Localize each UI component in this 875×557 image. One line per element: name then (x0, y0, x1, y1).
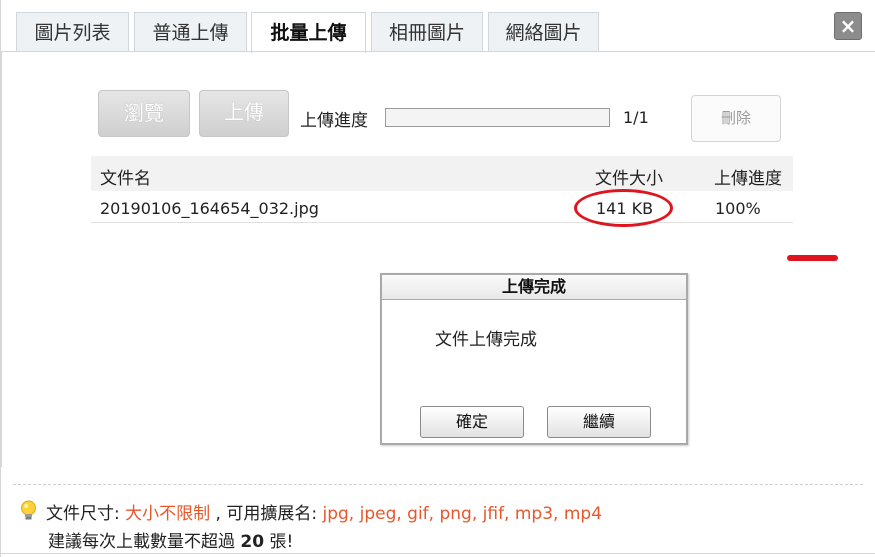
footer-divider (13, 484, 863, 485)
dialog-title: 上傳完成 (382, 275, 686, 300)
bottom-border (1, 553, 875, 554)
allowed-extensions: jpg, jpeg, gif, png, jfif, mp3, mp4 (322, 504, 603, 524)
column-header-progress: 上傳進度 (714, 169, 782, 189)
file-progress-cell: 100% (715, 199, 761, 218)
tips-line-2: 建議每次上載數量不超過 20 張! (19, 529, 602, 555)
red-dash-annotation (787, 255, 838, 261)
column-header-filename: 文件名 (100, 169, 151, 189)
file-size-limit: 大小不限制 (125, 504, 211, 524)
file-table-header (91, 156, 793, 191)
upload-button[interactable]: 上傳 (199, 90, 289, 137)
progress-bar-fill (386, 109, 609, 126)
red-circle-annotation (574, 189, 673, 227)
batch-upload-panel: 圖片列表 普通上傳 批量上傳 相冊圖片 網絡圖片 × 瀏覽 上傳 上傳進度 1/… (0, 0, 875, 557)
tab-bar-divider (1, 51, 875, 52)
upload-limit-suffix: 張! (264, 532, 294, 552)
lightbulb-icon (19, 500, 38, 529)
table-row-divider (91, 222, 793, 223)
progress-count: 1/1 (623, 108, 649, 127)
upload-tips: 文件尺寸: 大小不限制 , 可用擴展名: jpg, jpeg, gif, png… (19, 500, 602, 555)
upload-limit-prefix: 建議每次上載數量不超過 (48, 532, 241, 552)
tab-batch-upload[interactable]: 批量上傳 (251, 12, 366, 53)
extension-label: , 可用擴展名: (210, 504, 323, 524)
file-size-label: 文件尺寸: (46, 504, 126, 524)
confirm-button[interactable]: 確定 (420, 406, 524, 438)
tab-bar: 圖片列表 普通上傳 批量上傳 相冊圖片 網絡圖片 × (1, 0, 875, 53)
delete-button[interactable]: 刪除 (691, 95, 781, 142)
progress-bar (385, 108, 610, 127)
upload-limit-count: 20 (240, 532, 265, 552)
tips-line-1: 文件尺寸: 大小不限制 , 可用擴展名: jpg, jpeg, gif, png… (19, 500, 602, 529)
continue-button[interactable]: 繼續 (547, 406, 651, 438)
dialog-message: 文件上傳完成 (435, 330, 537, 350)
progress-label: 上傳進度 (300, 111, 368, 131)
tab-image-list[interactable]: 圖片列表 (16, 12, 129, 52)
close-button[interactable]: × (834, 12, 862, 40)
file-name-cell: 20190106_164654_032.jpg (100, 199, 319, 218)
close-icon: × (839, 14, 857, 38)
left-border (1, 52, 2, 467)
browse-button[interactable]: 瀏覽 (98, 90, 190, 137)
upload-complete-dialog: 上傳完成 文件上傳完成 確定 繼續 (380, 273, 688, 445)
tab-normal-upload[interactable]: 普通上傳 (134, 12, 247, 52)
tab-album-images[interactable]: 相冊圖片 (371, 12, 483, 52)
tab-web-images[interactable]: 網絡圖片 (488, 12, 599, 52)
column-header-filesize: 文件大小 (595, 169, 663, 189)
